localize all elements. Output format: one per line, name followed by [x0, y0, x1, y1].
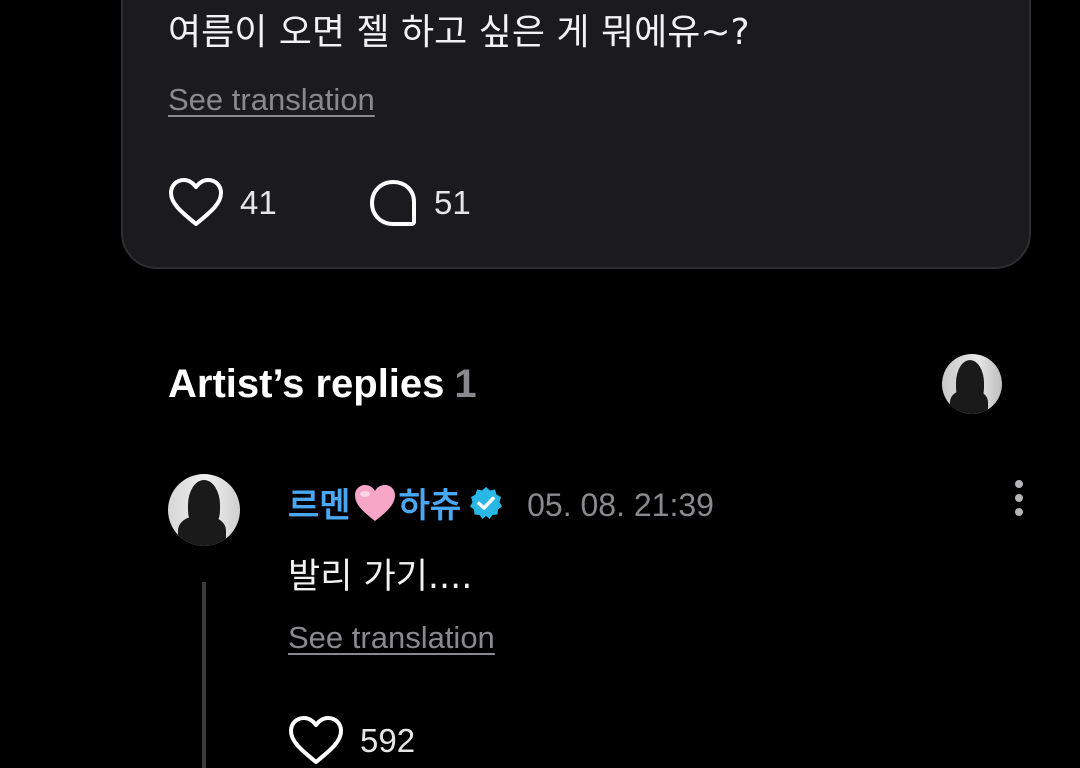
- heart-icon: [169, 178, 223, 226]
- post-like-button[interactable]: 41: [168, 178, 277, 228]
- avatar-body: [178, 516, 226, 546]
- artist-replies-title: Artist’s replies: [168, 362, 445, 406]
- post-text: 여름이 오면 젤 하고 싶은 게 뭐에유~?: [168, 12, 750, 53]
- more-dot: [1015, 508, 1023, 516]
- artist-replies-count: 1: [454, 362, 477, 406]
- reply-like-count: 592: [360, 722, 416, 759]
- post-like-count: 41: [240, 184, 277, 221]
- author-name-part2: 하츄: [398, 486, 462, 526]
- artist-replies-header: Artist’s replies 1: [168, 362, 477, 407]
- comment-bubble-icon: [370, 180, 416, 226]
- author-name-part1: 르멘: [288, 486, 351, 526]
- more-options-button[interactable]: [1004, 478, 1034, 518]
- reply-author-name[interactable]: 르멘 하츄: [288, 478, 461, 532]
- post-see-translation-link[interactable]: See translation: [168, 82, 375, 118]
- more-dot: [1015, 494, 1023, 502]
- reply-header: 르멘 하츄 05. 08. 21:39: [288, 478, 714, 532]
- avatar-body: [950, 390, 988, 414]
- page: 여름이 오면 젤 하고 싶은 게 뭐에유~? See translation 4…: [0, 0, 1080, 768]
- reply-text: 발리 가기....: [288, 557, 473, 597]
- reply-see-translation-link[interactable]: See translation: [288, 620, 495, 656]
- pink-heart-emoji-icon: [353, 483, 397, 532]
- reply-author-avatar[interactable]: [168, 474, 240, 546]
- artist-avatar[interactable]: [942, 354, 1002, 414]
- thread-line: [202, 582, 206, 768]
- heart-icon: [289, 716, 343, 764]
- reply-like-button[interactable]: 592: [288, 716, 415, 766]
- post-comment-button[interactable]: 51: [368, 178, 471, 228]
- more-vertical-icon: [1015, 480, 1023, 488]
- post-comment-count: 51: [434, 184, 471, 221]
- reply-timestamp: 05. 08. 21:39: [527, 486, 714, 523]
- verified-badge-icon: [469, 486, 503, 524]
